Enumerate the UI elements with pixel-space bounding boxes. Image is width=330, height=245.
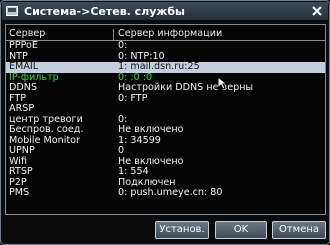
service-info: 1: 34599 [118, 134, 161, 146]
service-info: 0: FTP [118, 92, 148, 104]
table-row[interactable]: FTP 0: FTP [6, 92, 325, 105]
table-row[interactable]: UPNP 0 [6, 145, 325, 157]
service-info: Настройки DDNS не верны [118, 82, 254, 93]
service-name: ARSP [9, 103, 35, 114]
service-name: Беспров. соед. [9, 124, 84, 135]
service-info: 0: push.umeye.cn: 80 [118, 187, 223, 198]
service-name: EMAIL [9, 61, 39, 72]
service-info: 1: mail.dsn.ru:25 [118, 61, 200, 72]
table-row[interactable]: Mobile Monitor 1: 34599 [6, 134, 325, 147]
close-icon[interactable] [310, 4, 324, 18]
service-info: 0: [118, 40, 128, 51]
service-info: Не включено [118, 124, 184, 135]
table-row[interactable]: RTSP 1: 554 [6, 166, 325, 178]
header-divider [113, 29, 114, 40]
ok-button[interactable]: OK [215, 221, 267, 239]
service-info: 1: 554 [118, 166, 149, 177]
service-name: PPPoE [9, 40, 38, 51]
service-info: 0 [118, 145, 125, 156]
table-row[interactable]: Беспров. соед. Не включено [6, 124, 325, 136]
table-row[interactable]: PMS 0: push.umeye.cn: 80 [6, 187, 325, 199]
column-header-server-info: Сервер информации [118, 28, 223, 39]
table-row-selected[interactable]: EMAIL 1: mail.dsn.ru:25 [6, 61, 325, 73]
cancel-button[interactable]: Отмена [272, 221, 326, 239]
window-icon [6, 5, 20, 17]
services-table: Сервер Сервер информации PPPoE 0: NTP 0: N… [5, 24, 326, 215]
mouse-pointer-icon [217, 75, 228, 90]
column-header-server: Сервер [9, 28, 46, 39]
network-services-window: Система->Сетев. службы Сервер Сервер инф… [0, 0, 330, 245]
service-name: DDNS [9, 82, 38, 93]
table-row[interactable]: Wifi Не включено [6, 156, 325, 168]
table-row[interactable]: PPPoE 0: [6, 40, 325, 52]
title-bar: Система->Сетев. службы [2, 2, 328, 20]
setup-button[interactable]: Установ. [155, 221, 209, 239]
table-row[interactable]: ARSP [6, 103, 325, 115]
service-name: UPNP [9, 145, 35, 156]
table-header: Сервер Сервер информации [6, 28, 325, 40]
service-name: RTSP [9, 166, 33, 177]
table-row[interactable]: DDNS Настройки DDNS не верны [6, 82, 325, 94]
window-title: Система->Сетев. службы [24, 4, 185, 18]
service-name: PMS [9, 187, 30, 198]
